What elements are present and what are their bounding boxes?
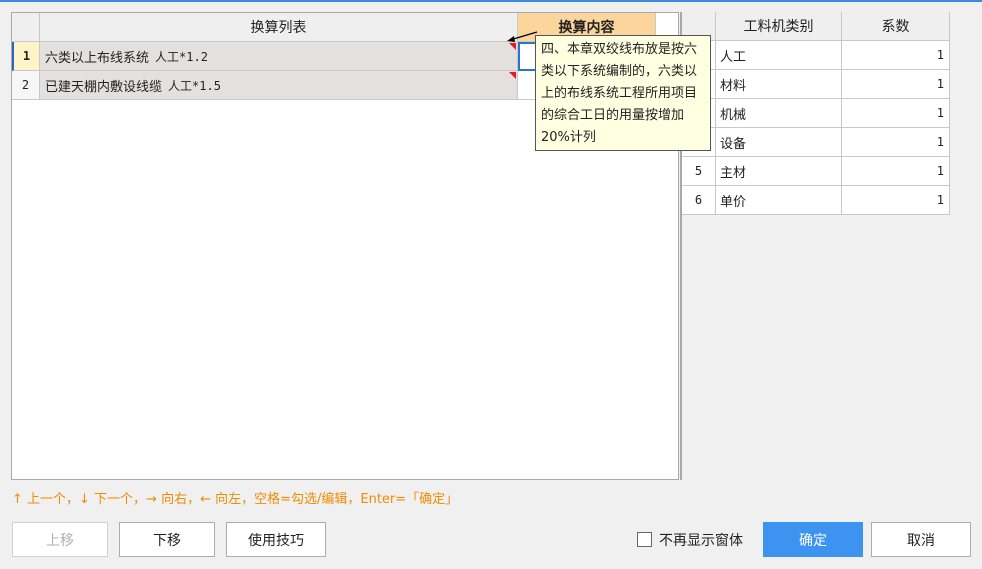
conversion-item-formula: 人工*1.5: [168, 78, 221, 93]
conversion-item-name: 六类以上布线系统: [45, 50, 150, 66]
comment-marker-icon: [509, 72, 516, 79]
coefficient-cell[interactable]: 1: [842, 99, 950, 128]
row-number: 1: [12, 42, 40, 71]
move-up-button[interactable]: 上移: [12, 522, 108, 557]
keyboard-hint: ↑ 上一个，↓ 下一个，→ 向右，← 向左，空格=勾选/编辑，Enter=「确定…: [12, 492, 459, 507]
row-number: 2: [12, 71, 40, 100]
category-cell[interactable]: 材料: [716, 70, 842, 99]
coefficient-cell[interactable]: 1: [842, 128, 950, 157]
category-cell[interactable]: 单价: [716, 186, 842, 215]
header-material-category[interactable]: 工料机类别: [716, 12, 842, 41]
comment-marker-icon: [509, 43, 516, 50]
row-number: 5: [682, 157, 716, 186]
ok-button[interactable]: 确定: [763, 522, 863, 557]
table-row[interactable]: 3 机械 1: [682, 99, 950, 128]
cancel-button[interactable]: 取消: [871, 522, 971, 557]
category-cell[interactable]: 主材: [716, 157, 842, 186]
conversion-item-name: 已建天棚内敷设线缆: [45, 79, 163, 95]
category-cell[interactable]: 人工: [716, 41, 842, 70]
table-row[interactable]: 2 材料 1: [682, 70, 950, 99]
table-row[interactable]: 6 单价 1: [682, 186, 950, 215]
comment-tooltip: 四、本章双绞线布放是按六类以下系统编制的，六类以上的布线系统工程所用项目的综合工…: [535, 35, 711, 151]
dont-show-label[interactable]: 不再显示窗体: [659, 530, 743, 550]
corner-header: [12, 13, 40, 42]
coefficient-cell[interactable]: 1: [842, 41, 950, 70]
conversion-item-cell[interactable]: 已建天棚内敷设线缆 人工*1.5: [40, 71, 518, 100]
table-row[interactable]: 1 人工 1: [682, 41, 950, 70]
move-down-button[interactable]: 下移: [119, 522, 215, 557]
coefficient-cell[interactable]: 1: [842, 186, 950, 215]
category-cell[interactable]: 机械: [716, 99, 842, 128]
row-number: 6: [682, 186, 716, 215]
tooltip-pointer-icon: [507, 31, 538, 42]
category-cell[interactable]: 设备: [716, 128, 842, 157]
conversion-item-cell[interactable]: 六类以上布线系统 人工*1.2: [40, 42, 518, 71]
conversion-item-formula: 人工*1.2: [155, 49, 208, 64]
material-category-grid: 工料机类别 系数 1 人工 1 2 材料 1 3 机械 1 4 设备 1 5 主…: [680, 12, 971, 480]
table-row[interactable]: 5 主材 1: [682, 157, 950, 186]
usage-tips-button[interactable]: 使用技巧: [226, 522, 326, 557]
coefficient-cell[interactable]: 1: [842, 157, 950, 186]
table-row[interactable]: 4 设备 1: [682, 128, 950, 157]
header-conversion-list[interactable]: 换算列表: [40, 13, 518, 42]
coefficient-cell[interactable]: 1: [842, 70, 950, 99]
header-coefficient[interactable]: 系数: [842, 12, 950, 41]
dont-show-checkbox[interactable]: [637, 532, 652, 547]
